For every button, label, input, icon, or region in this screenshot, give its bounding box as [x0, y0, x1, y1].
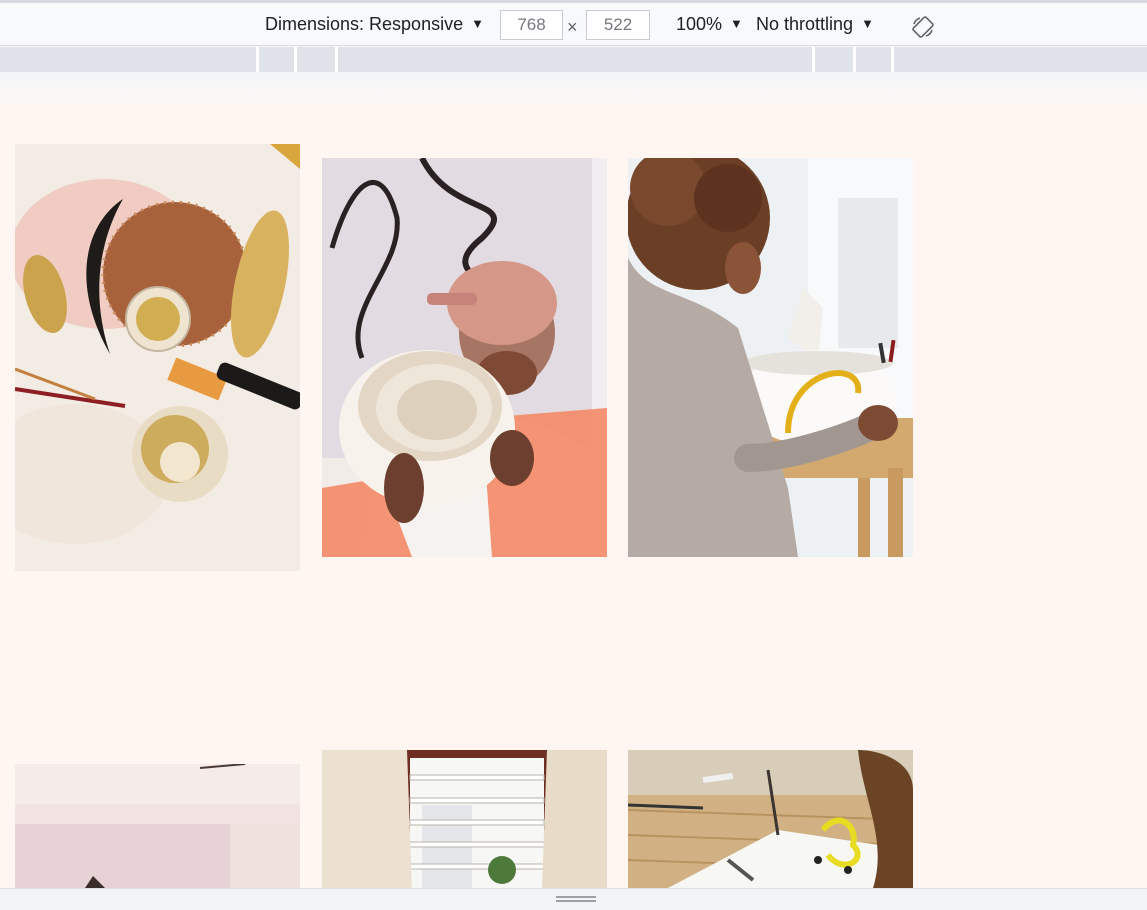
- width-input[interactable]: 768: [500, 10, 563, 40]
- gold-leaf-art-image[interactable]: [15, 144, 300, 571]
- rotate-icon[interactable]: [911, 15, 935, 39]
- resize-bar[interactable]: [0, 888, 1147, 910]
- dimensions-label: Dimensions: Responsive: [265, 14, 464, 34]
- media-query-segment[interactable]: [0, 47, 259, 72]
- media-query-segment[interactable]: [338, 47, 815, 72]
- painting-floor-image[interactable]: [628, 750, 913, 888]
- media-query-segment[interactable]: [297, 47, 338, 72]
- times-symbol: ×: [567, 17, 578, 37]
- media-query-bar: [0, 47, 1147, 72]
- zoom-label: 100%: [676, 14, 723, 34]
- resize-grip-icon[interactable]: [556, 896, 596, 902]
- media-query-segment[interactable]: [856, 47, 894, 72]
- media-query-segment[interactable]: [259, 47, 297, 72]
- responsive-viewport: [0, 105, 1147, 888]
- device-toolbar: Dimensions: Responsive ▼ 768 × 522 100% ▼ …: [0, 0, 1147, 46]
- zoom-dropdown[interactable]: 100% ▼: [676, 14, 743, 35]
- pink-interior-image[interactable]: [15, 764, 300, 888]
- dimensions-dropdown[interactable]: Dimensions: Responsive ▼: [265, 14, 484, 35]
- window-curtains-image[interactable]: [322, 750, 607, 888]
- media-query-segment[interactable]: [815, 47, 856, 72]
- ruler: [0, 72, 1147, 105]
- ceramic-bowls-woman-image[interactable]: [322, 158, 607, 557]
- throttling-label: No throttling: [756, 14, 854, 34]
- caret-down-icon: ▼: [730, 16, 743, 31]
- height-input[interactable]: 522: [586, 10, 650, 40]
- throttling-dropdown[interactable]: No throttling ▼: [756, 14, 874, 35]
- caret-down-icon: ▼: [471, 16, 484, 31]
- painting-ceramic-woman-image[interactable]: [628, 158, 913, 557]
- caret-down-icon: ▼: [861, 16, 874, 31]
- media-query-segment[interactable]: [894, 47, 1147, 72]
